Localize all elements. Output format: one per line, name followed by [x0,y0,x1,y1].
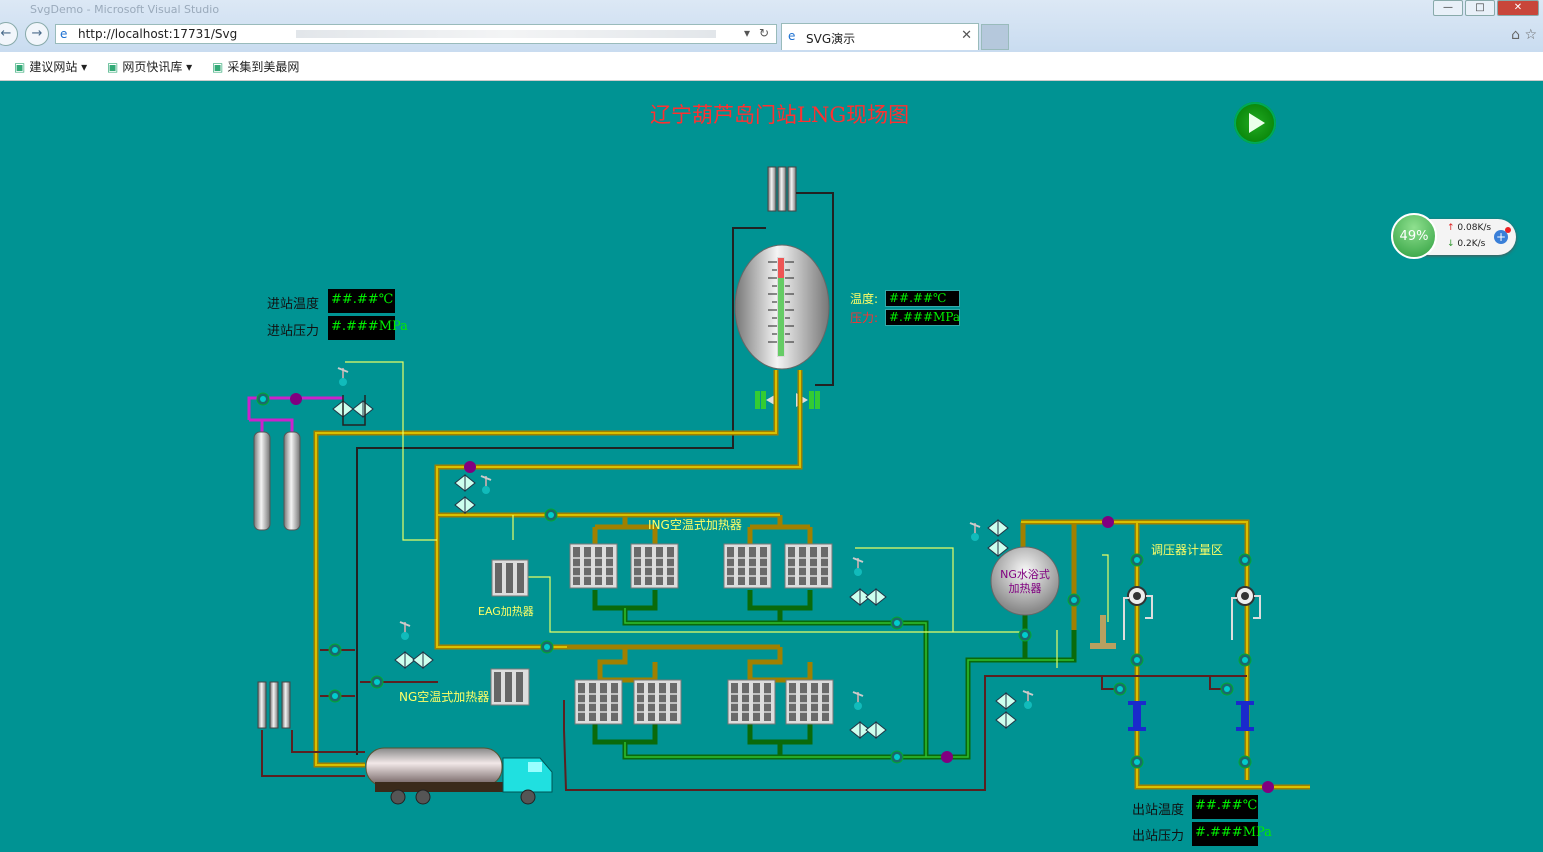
outlet-pressure-label: 出站压力 [1132,829,1185,844]
network-speed-widget[interactable]: 49% ↑ 0.08K/s ↓ 0.2K/s + [1391,213,1517,259]
odorizer [1090,615,1116,649]
ng-air-heaters [574,679,834,725]
ng-pipeline-highlight [624,608,1074,758]
download-speed: ↓ 0.2K/s [1447,239,1486,249]
play-button[interactable] [1234,102,1276,144]
tanker-truck [365,747,553,805]
tank-pressure-label: 压力: [850,311,879,325]
tank-pressure-display: #.###MPa [885,309,960,326]
water-bath-label: NG水浴式 加热器 [993,568,1057,596]
inlet-pressure-display: #.###MPa [328,316,408,340]
ng-pipeline [592,590,1077,760]
eag-heater-label: EAG加热器 [478,605,534,618]
lng-air-heaters [569,543,833,589]
percent-gauge: 49% [1391,213,1437,259]
down-arrow-icon: ↓ [1447,239,1455,249]
ng-heater-label: NG空温式加热器 [399,690,490,704]
up-arrow-icon: ↑ [1447,223,1455,233]
inlet-pressure-label: 进站压力 [267,324,320,339]
tank-temp-display: ##.##℃ [885,290,960,307]
outlet-pressure-display: #.###MPa [1192,822,1272,846]
plus-icon[interactable]: + [1494,227,1511,244]
gas-cylinders-small [257,681,291,729]
tank-outlet-valves [755,391,820,409]
lng-storage-tank [734,244,830,370]
inlet-temp-display: ##.##℃ [328,289,395,313]
gas-cylinders-left [253,431,301,531]
pressure-regulators [1123,586,1261,640]
upload-speed: ↑ 0.08K/s [1447,223,1492,233]
water-bath-label-line2: 加热器 [1008,582,1042,595]
outlet-temp-label: 出站温度 [1132,803,1185,818]
page-title: 辽宁葫芦岛门站LNG现场图 [650,103,910,127]
flow-meters [1128,701,1254,731]
regulator-area-label: 调压器计量区 [1151,543,1224,557]
inlet-temp-label: 进站温度 [267,297,320,312]
outlet-temp-display: ##.##℃ [1192,795,1258,819]
tank-temp-label: 温度: [850,292,879,306]
water-bath-label-line1: NG水浴式 [1000,568,1050,581]
lng-heater-label: ING空温式加热器 [648,518,742,532]
ng-heater-small [490,668,530,706]
eag-heater [491,559,529,597]
